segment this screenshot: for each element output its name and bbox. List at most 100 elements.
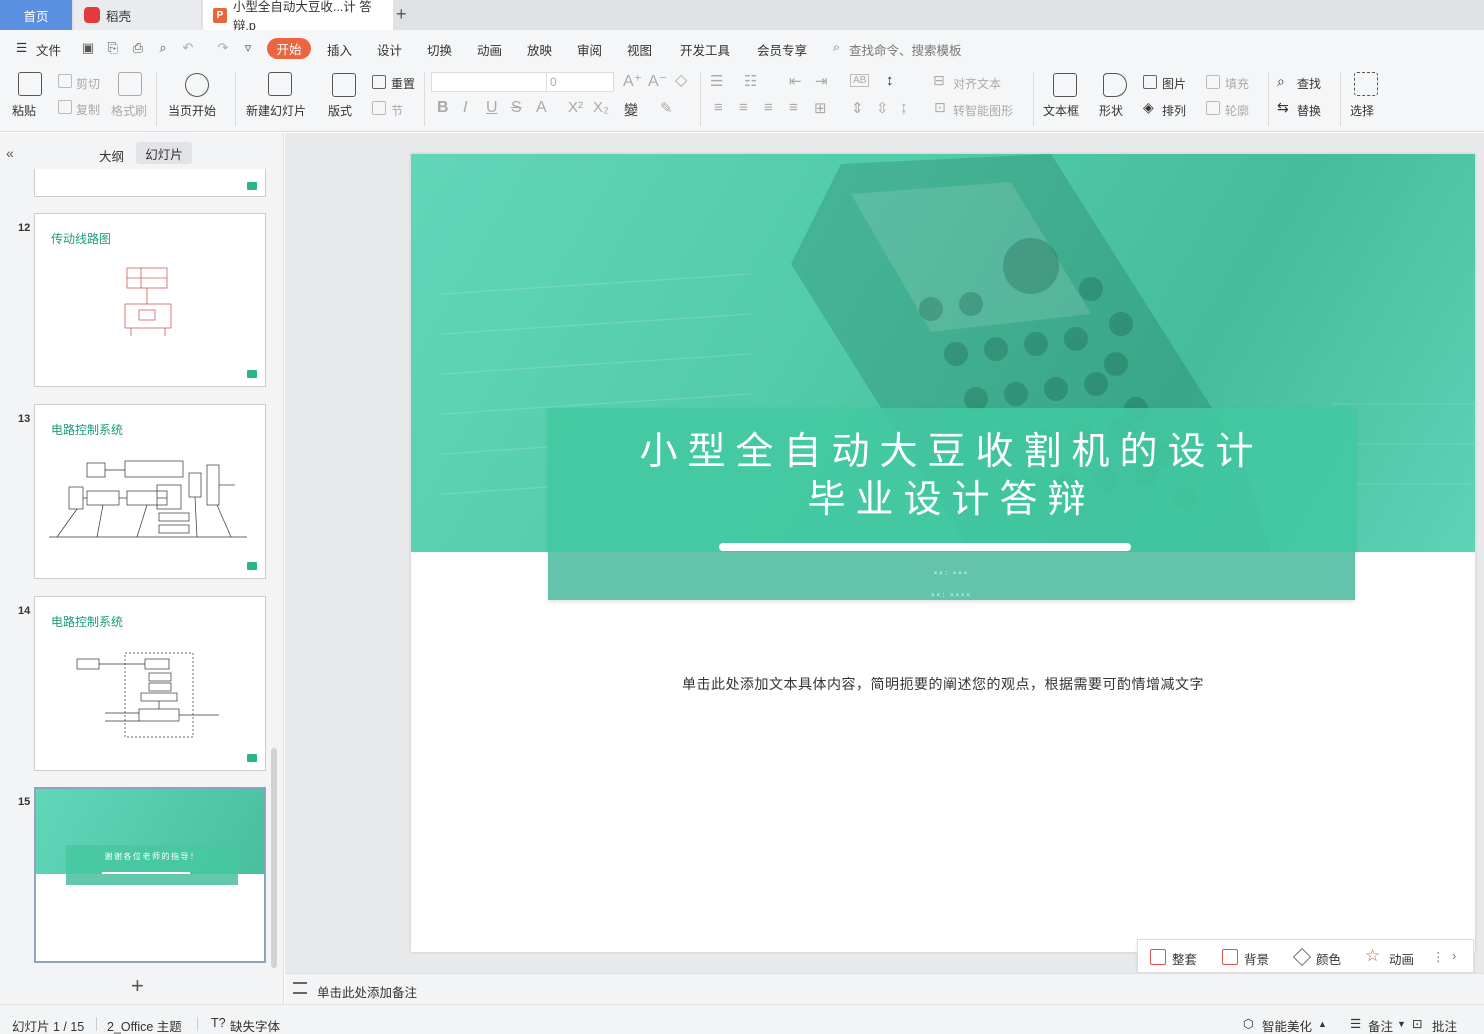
chevron-up-icon[interactable]: ▲ <box>1318 1019 1327 1029</box>
add-slide-icon[interactable]: + <box>131 973 144 999</box>
thumbnail-scrollbar[interactable] <box>271 748 277 968</box>
copy-button[interactable]: 复制 <box>76 101 100 118</box>
animation-button[interactable]: 动画 <box>1389 949 1414 968</box>
chevron-down-icon[interactable]: ▼ <box>1397 1019 1406 1029</box>
cut-button[interactable]: 剪切 <box>76 75 100 92</box>
hamburger-icon[interactable]: ☰ <box>16 40 27 55</box>
reset-button[interactable]: 重置 <box>391 75 415 92</box>
decrease-indent-icon[interactable]: ⇤ <box>789 72 802 90</box>
slide-thumbnail-13[interactable]: 电路控制系统 <box>34 404 266 579</box>
menu-tab-developer[interactable]: 开发工具 <box>680 40 730 59</box>
underline-icon[interactable]: U <box>486 99 498 117</box>
slide-thumbnail-11[interactable] <box>34 169 266 197</box>
increase-indent-icon[interactable]: ⇥ <box>815 72 828 90</box>
paste-button[interactable]: 粘贴 <box>12 102 36 119</box>
notes-pane[interactable]: 单击此处添加备注 <box>285 973 1484 1004</box>
quick-access-dropdown-icon[interactable]: ▿ <box>240 40 256 56</box>
background-button[interactable]: 背景 <box>1244 949 1269 968</box>
numbered-list-icon[interactable]: ☷ <box>744 72 757 90</box>
collapse-panel-icon[interactable]: « <box>6 145 14 161</box>
smart-beautify-button[interactable]: 智能美化 <box>1262 1016 1312 1034</box>
layout-button[interactable]: 版式 <box>328 102 352 119</box>
slide-thumbnail-14[interactable]: 电路控制系统 <box>34 596 266 771</box>
save-icon[interactable]: ▣ <box>80 40 96 56</box>
paste-icon[interactable] <box>18 72 42 96</box>
slide-title-line1[interactable]: 小型全自动大豆收割机的设计 <box>548 420 1355 475</box>
line-spacing-icon[interactable]: ⇕ <box>851 99 864 117</box>
command-search-input[interactable]: 查找命令、搜索模板 <box>849 40 962 59</box>
menu-tab-start[interactable]: 开始 <box>267 38 311 59</box>
font-family-dropdown[interactable] <box>431 72 547 92</box>
slide-1[interactable]: 小型全自动大豆收割机的设计 毕业设计答辩 ××：××× ××：×××× 单击此处… <box>411 154 1475 952</box>
slides-tab[interactable]: 幻灯片 <box>136 142 192 164</box>
align-center-icon[interactable]: ≡ <box>739 99 748 116</box>
text-box-autofit-icon[interactable]: AB <box>850 74 870 87</box>
undo-icon[interactable]: ↶ <box>180 40 196 56</box>
slide-thumbnail-12[interactable]: 传动线路图 <box>34 213 266 387</box>
missing-font-button[interactable]: 缺失字体 <box>230 1016 280 1034</box>
arrange-button[interactable]: 排列 <box>1162 102 1186 119</box>
font-color-icon[interactable]: A <box>536 99 547 117</box>
picture-button[interactable]: 图片 <box>1162 75 1186 92</box>
redo-icon[interactable]: ↷ <box>215 40 231 56</box>
subscript-icon[interactable]: X₂ <box>593 99 609 116</box>
bold-icon[interactable]: B <box>437 99 449 117</box>
outline-button[interactable]: 轮廓 <box>1225 102 1249 119</box>
menu-tab-view[interactable]: 视图 <box>627 40 652 59</box>
comments-button[interactable]: 批注 <box>1432 1016 1457 1034</box>
new-tab-icon[interactable]: + <box>396 4 407 25</box>
distribute-icon[interactable]: ⊞ <box>814 99 827 117</box>
replace-button[interactable]: 替换 <box>1297 102 1321 119</box>
align-right-icon[interactable]: ≡ <box>764 99 773 116</box>
superscript-icon[interactable]: X² <box>568 99 583 116</box>
menu-file[interactable]: 文件 <box>36 40 61 59</box>
author-line2[interactable]: ××：×××× <box>548 590 1355 599</box>
align-left-icon[interactable]: ≡ <box>714 99 723 116</box>
slide-thumbnail-15[interactable]: 谢谢各位老师的指导！ <box>34 787 266 963</box>
select-button[interactable]: 选择 <box>1350 102 1374 119</box>
author-line1[interactable]: ××：××× <box>548 568 1355 577</box>
body-text-placeholder[interactable]: 单击此处添加文本具体内容，简明扼要的阐述您的观点，根据需要可酌情增减文字 <box>639 673 1247 696</box>
menu-tab-insert[interactable]: 插入 <box>327 40 352 59</box>
chevron-right-icon[interactable]: › <box>1452 949 1456 963</box>
play-from-current-button[interactable]: 当页开始 <box>168 102 216 119</box>
font-size-dropdown[interactable]: 0 <box>546 72 614 92</box>
tab-home[interactable]: 首页 <box>0 0 72 30</box>
highlight-icon[interactable]: ✎ <box>660 99 673 117</box>
slide-title-line2[interactable]: 毕业设计答辩 <box>548 468 1355 523</box>
notes-toggle-button[interactable]: 备注 <box>1368 1016 1393 1034</box>
menu-tab-slideshow[interactable]: 放映 <box>527 40 552 59</box>
format-painter-button[interactable]: 格式刷 <box>111 102 147 119</box>
template-set-button[interactable]: 整套 <box>1172 949 1197 968</box>
export-icon[interactable]: ⎘ <box>105 40 121 56</box>
fill-button[interactable]: 填充 <box>1225 75 1249 92</box>
more-options-icon[interactable]: ⋮ <box>1432 949 1445 964</box>
increase-font-icon[interactable]: A⁺ <box>623 71 642 91</box>
menu-tab-animation[interactable]: 动画 <box>477 40 502 59</box>
phonetic-guide-icon[interactable]: 變 <box>624 100 638 120</box>
menu-tab-transition[interactable]: 切换 <box>427 40 452 59</box>
clear-format-icon[interactable]: ◇ <box>675 70 687 90</box>
tab-daoke[interactable]: 稻壳 <box>74 0 201 30</box>
bullet-list-icon[interactable]: ☰ <box>710 72 723 90</box>
print-preview-icon[interactable]: ⌕ <box>155 40 171 56</box>
tab-document[interactable]: P 小型全自动大豆收...计 答辩.p <box>203 0 393 33</box>
new-slide-button[interactable]: 新建幻灯片 <box>246 102 306 119</box>
section-button[interactable]: 节 <box>391 102 403 119</box>
align-text-button[interactable]: 对齐文本 <box>953 75 1001 92</box>
strikethrough-icon[interactable]: S <box>511 99 522 117</box>
menu-tab-design[interactable]: 设计 <box>377 40 402 59</box>
italic-icon[interactable]: I <box>463 99 467 117</box>
smart-shape-button[interactable]: 转智能图形 <box>953 102 1013 119</box>
color-button[interactable]: 颜色 <box>1316 949 1341 968</box>
decrease-font-icon[interactable]: A⁻ <box>648 71 667 91</box>
paragraph-spacing-icon[interactable]: ⇳ <box>876 99 889 117</box>
shape-button[interactable]: 形状 <box>1099 102 1123 119</box>
print-icon[interactable]: ⎙ <box>130 40 146 56</box>
menu-tab-review[interactable]: 审阅 <box>577 40 602 59</box>
find-button[interactable]: 查找 <box>1297 75 1321 92</box>
justify-icon[interactable]: ≡ <box>789 99 798 116</box>
theme-name[interactable]: 2_Office 主题 <box>107 1016 182 1034</box>
outline-tab[interactable]: 大纲 <box>99 146 124 165</box>
text-direction-icon[interactable]: ↕ <box>886 72 894 89</box>
